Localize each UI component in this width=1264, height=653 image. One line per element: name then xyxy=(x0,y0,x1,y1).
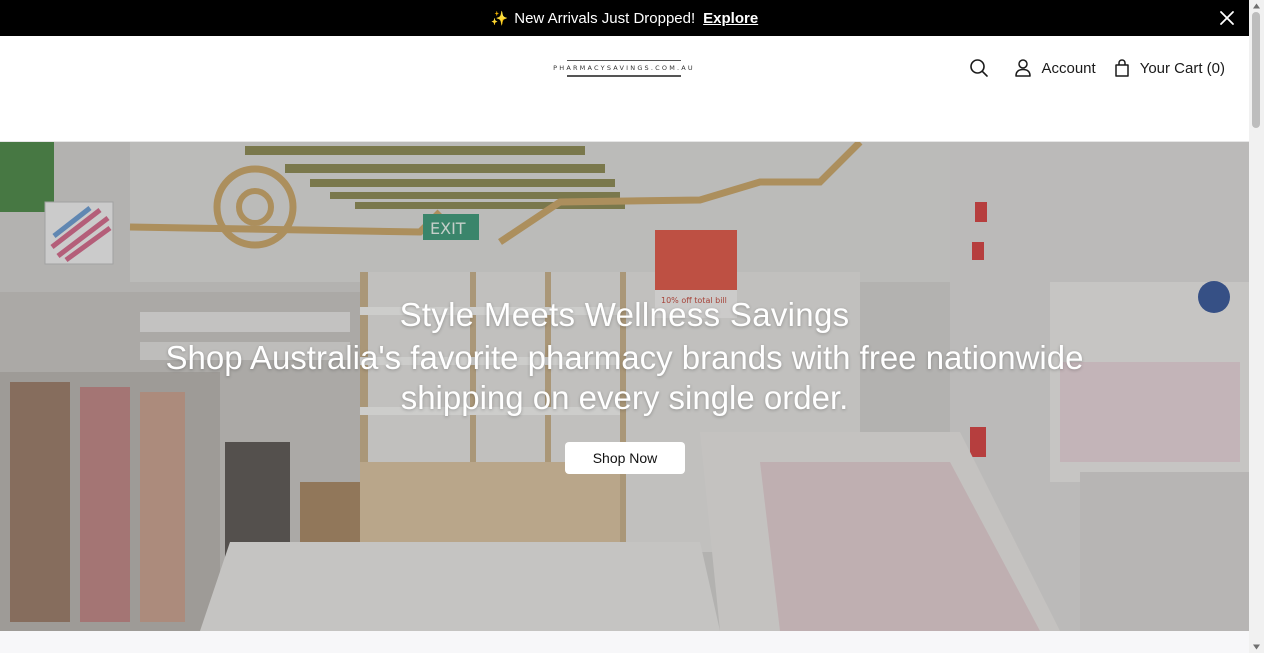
announcement-message: New Arrivals Just Dropped! xyxy=(514,9,696,27)
announcement-bar: ✨ New Arrivals Just Dropped! Explore xyxy=(0,0,1249,36)
explore-link[interactable]: Explore xyxy=(703,10,758,27)
hero-subtitle: Shop Australia's favorite pharmacy brand… xyxy=(165,339,1084,416)
shop-now-button[interactable]: Shop Now xyxy=(565,442,685,474)
logo-rule-top xyxy=(567,59,681,61)
search-button[interactable] xyxy=(969,58,989,78)
shopping-bag-icon xyxy=(1114,59,1129,77)
user-icon xyxy=(1015,59,1032,77)
sparkle-icon: ✨ xyxy=(490,9,509,26)
scroll-down-arrow-icon[interactable] xyxy=(1252,643,1261,651)
scroll-up-arrow-icon[interactable] xyxy=(1252,2,1261,10)
site-logo[interactable]: PHARMACYSAVINGS.COM.AU xyxy=(553,56,695,80)
page: ✨ New Arrivals Just Dropped! Explore PHA… xyxy=(0,0,1249,653)
cart-label: Your Cart (0) xyxy=(1139,59,1225,77)
logo-rule-bottom xyxy=(567,75,681,77)
logo-text: PHARMACYSAVINGS.COM.AU xyxy=(553,64,695,72)
hero-title: Style Meets Wellness Savings xyxy=(399,296,850,333)
header-actions: Account Your Cart (0) xyxy=(969,57,1225,79)
page-scrollbar[interactable] xyxy=(1249,0,1264,653)
hero-banner: EXIT 10% off total bill Style Meets Well… xyxy=(0,142,1249,631)
search-icon xyxy=(970,59,989,77)
cart-button[interactable]: Your Cart (0) xyxy=(1114,59,1225,77)
close-icon[interactable] xyxy=(1217,8,1237,28)
account-label: Account xyxy=(1041,59,1096,77)
scrollbar-thumb[interactable] xyxy=(1252,12,1260,128)
site-header: PHARMACYSAVINGS.COM.AU Account Your Cart… xyxy=(0,36,1249,142)
hero-content: Style Meets Wellness Savings Shop Austra… xyxy=(0,142,1249,631)
account-button[interactable]: Account xyxy=(1015,59,1096,77)
